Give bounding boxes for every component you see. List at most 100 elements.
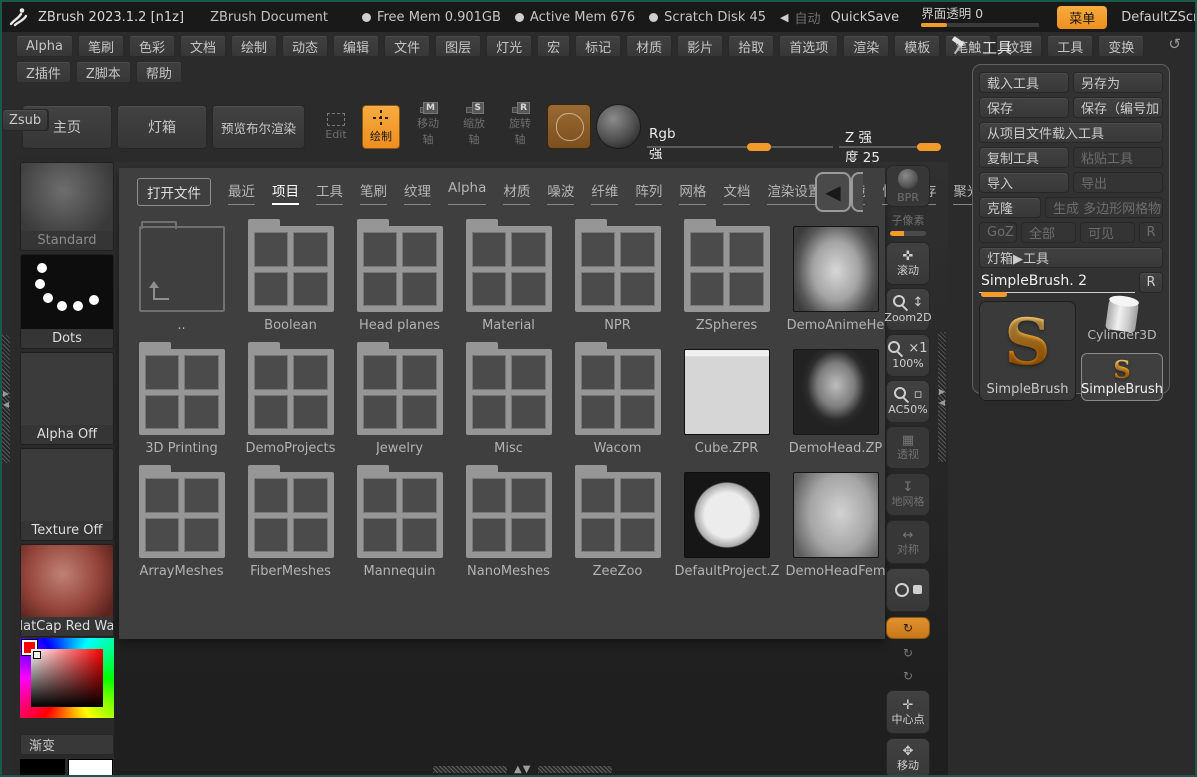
lightbox-item[interactable]: NPR [563,216,672,339]
goz-button[interactable]: GoZ [979,222,1017,243]
symmetry-icon[interactable]: ↔ 对称 [886,520,930,564]
menu-item[interactable]: Z插件 [16,61,71,83]
lightbox-tab[interactable]: 工具 [316,180,343,205]
rotate-z-icon[interactable]: ↻ Z [886,666,930,686]
divider-open-icon[interactable]: ▶ [3,389,9,398]
rotate-xyz-icon[interactable]: ↻ XYZ [886,617,930,639]
lightbox-item[interactable]: DemoHead.ZP [781,339,890,462]
lightbox-item[interactable]: DemoHeadFem [781,462,890,585]
floor-grid-icon[interactable]: ↧ 地网格 [886,473,930,516]
draw-button[interactable]: 绘制 [362,105,400,149]
menu-item[interactable]: 宏 [537,35,571,57]
goz-r-button[interactable]: R [1139,222,1163,243]
menu-item[interactable]: 笔刷 [77,35,124,57]
aa-half-icon[interactable]: ▫ AC50% [886,380,930,423]
z-intensity-slider[interactable] [839,143,942,151]
lightbox-item[interactable]: Jewelry [345,339,454,462]
lightbox-item[interactable]: Head planes [345,216,454,339]
lightbox-button[interactable]: 灯箱 [117,105,207,149]
lightbox-item[interactable]: Misc [454,339,563,462]
make-polymesh-button[interactable]: 生成 多边形网格物体 [1045,197,1163,218]
color-picker[interactable] [20,638,114,718]
menu-item[interactable]: Alpha [16,35,73,57]
right-tray-divider[interactable]: ▶ ◀ [938,332,946,462]
export-button[interactable]: 导出 [1073,172,1163,193]
save-as-button[interactable]: 另存为 [1073,72,1163,93]
menu-item[interactable]: Z脚本 [75,61,131,83]
tray-selector[interactable]: Dots [20,254,114,349]
menu-item[interactable]: 色彩 [128,35,175,57]
rgb-intensity-slider[interactable] [647,143,833,151]
divider-close-icon[interactable]: ◀ [3,400,9,409]
secondary-color-swatch[interactable] [68,759,113,775]
tool-r-button[interactable]: R [1139,272,1163,293]
lightbox-item[interactable]: ZeeZoo [563,462,672,585]
menu-item[interactable]: 拾取 [728,35,775,57]
lightbox-item[interactable]: ArrayMeshes [127,462,236,585]
tray-selector[interactable]: Standard [20,162,114,251]
lightbox-nav-left[interactable]: ◀ [815,172,851,212]
lightbox-nav-right-partial[interactable] [851,172,863,212]
scrollbar-track-right[interactable] [537,764,614,774]
menu-item[interactable]: 标记 [575,35,622,57]
paste-tool-button[interactable]: 粘贴工具 [1073,147,1163,168]
load-tool-from-project-button[interactable]: 从项目文件载入工具 [979,122,1163,143]
open-file-button[interactable]: 打开文件 [137,178,211,206]
bpr-render-icon[interactable]: BPR [886,165,930,207]
lightbox-tab[interactable]: Alpha [448,180,487,205]
lightbox-tab[interactable]: 项目 [272,180,299,205]
ui-transparency-slider[interactable]: 界面透明 0 [921,7,1040,27]
save-button[interactable]: 保存 [979,97,1069,118]
menu-item[interactable]: 影片 [677,35,724,57]
lightbox-to-tool-button[interactable]: 灯箱▶工具 [979,247,1163,268]
copy-tool-button[interactable]: 复制工具 [979,147,1069,168]
menu-item[interactable]: 模板 [894,35,941,57]
zoom2d-icon[interactable]: ↕ Zoom2D [884,288,932,331]
lightbox-item[interactable]: DemoAnimeHe [781,216,890,339]
lightbox-item[interactable]: FiberMeshes [236,462,345,585]
menu-item[interactable]: 文件 [384,35,431,57]
lightbox-item[interactable]: NanoMeshes [454,462,563,585]
tool-thumb-cylinder3d[interactable]: Cylinder3D [1081,299,1163,349]
tray-selector[interactable]: MatCap Red Wax [20,544,114,637]
menu-item[interactable]: 编辑 [333,35,380,57]
saturation-value-square[interactable] [31,649,103,707]
menu-item[interactable]: 首选项 [779,35,839,57]
main-color-swatch[interactable] [20,759,65,775]
current-material-sphere[interactable] [596,104,641,149]
palette-refresh-icon[interactable]: ↺ [1168,35,1181,53]
perspective-icon[interactable]: ▦ 透视 [886,426,930,469]
current-brush-preview[interactable] [547,104,591,149]
preview-boolean-button[interactable]: 预览布尔渲染 [212,105,305,149]
menu-item[interactable]: 渲染 [843,35,890,57]
lightbox-item[interactable]: DemoProjects [236,339,345,462]
actual-size-icon[interactable]: ×1 100% [886,334,930,377]
store-camera-icon[interactable] [886,568,930,612]
rotate-button[interactable]: R 旋转轴 [498,102,542,149]
transparency-handle[interactable] [921,23,948,27]
canvas-horizontal-scrollbar[interactable]: ▲▼ [432,764,614,775]
move-button[interactable]: M 移动轴 [406,102,450,149]
scroll-arrows[interactable]: ▲▼ [514,764,531,775]
lightbox-item[interactable]: Cube.ZPR [672,339,781,462]
menu-item[interactable]: 帮助 [135,61,182,83]
subpixel-slider[interactable]: 子像素 [886,210,930,240]
lightbox-item[interactable]: Boolean [236,216,345,339]
lightbox-tab[interactable]: 材质 [503,180,531,205]
lightbox-item[interactable]: ZSpheres [672,216,781,339]
rgb-intensity-handle[interactable] [747,143,772,151]
tool-thumb-simplebrush-selected[interactable]: S SimpleBrush [1081,353,1163,401]
edit-button[interactable]: Edit [314,105,358,149]
auto-label[interactable]: 自动 [795,8,821,27]
lightbox-tab[interactable]: 纤维 [591,180,619,205]
save-increment-button[interactable]: 保存（编号加 1） [1073,97,1163,118]
scrollbar-track-left[interactable] [432,764,508,774]
lightbox-item[interactable]: Material [454,216,563,339]
tray-selector[interactable]: Alpha Off [20,352,114,445]
menu-item[interactable]: 灯光 [486,35,533,57]
lightbox-tab[interactable]: 最近 [228,180,255,205]
gradient-button[interactable]: 渐变 [20,734,114,755]
center-point-icon[interactable]: ✛ 中心点 [886,690,930,734]
move-hand-icon[interactable]: ✥ 移动 [886,738,930,775]
lightbox-item[interactable]: DefaultProject.ZF [672,462,781,585]
